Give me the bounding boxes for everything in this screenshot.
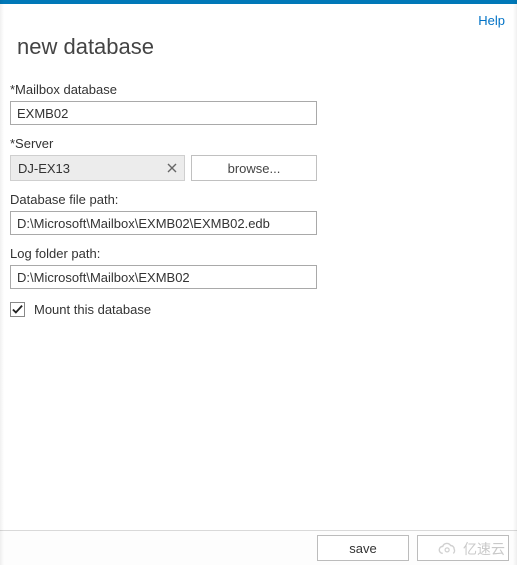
mount-checkbox-label: Mount this database: [34, 302, 151, 317]
mailbox-database-input[interactable]: [10, 101, 317, 125]
mount-checkbox[interactable]: [10, 302, 25, 317]
shadow-right: [513, 0, 517, 565]
db-file-path-label: Database file path:: [10, 192, 507, 207]
log-folder-path-input[interactable]: [10, 265, 317, 289]
mount-checkbox-row: Mount this database: [10, 302, 507, 317]
log-folder-path-label: Log folder path:: [10, 246, 507, 261]
help-link[interactable]: Help: [478, 13, 505, 28]
clear-server-icon[interactable]: [162, 158, 182, 178]
mailbox-database-label: *Mailbox database: [10, 82, 507, 97]
db-file-path-input[interactable]: [10, 211, 317, 235]
cancel-button[interactable]: [417, 535, 509, 561]
browse-button[interactable]: browse...: [191, 155, 317, 181]
server-label: *Server: [10, 136, 507, 151]
save-button[interactable]: save: [317, 535, 409, 561]
page-title: new database: [0, 30, 517, 82]
server-selected-name: DJ-EX13: [18, 161, 70, 176]
dialog-footer: save: [0, 530, 517, 565]
field-log-folder-path: Log folder path:: [10, 246, 507, 289]
server-selected-chip: DJ-EX13: [10, 155, 185, 181]
field-server: *Server DJ-EX13 browse...: [10, 136, 507, 181]
field-mailbox-database: *Mailbox database: [10, 82, 507, 125]
shadow-left: [0, 0, 4, 565]
form-area: *Mailbox database *Server DJ-EX13 browse…: [0, 82, 517, 317]
field-db-file-path: Database file path:: [10, 192, 507, 235]
